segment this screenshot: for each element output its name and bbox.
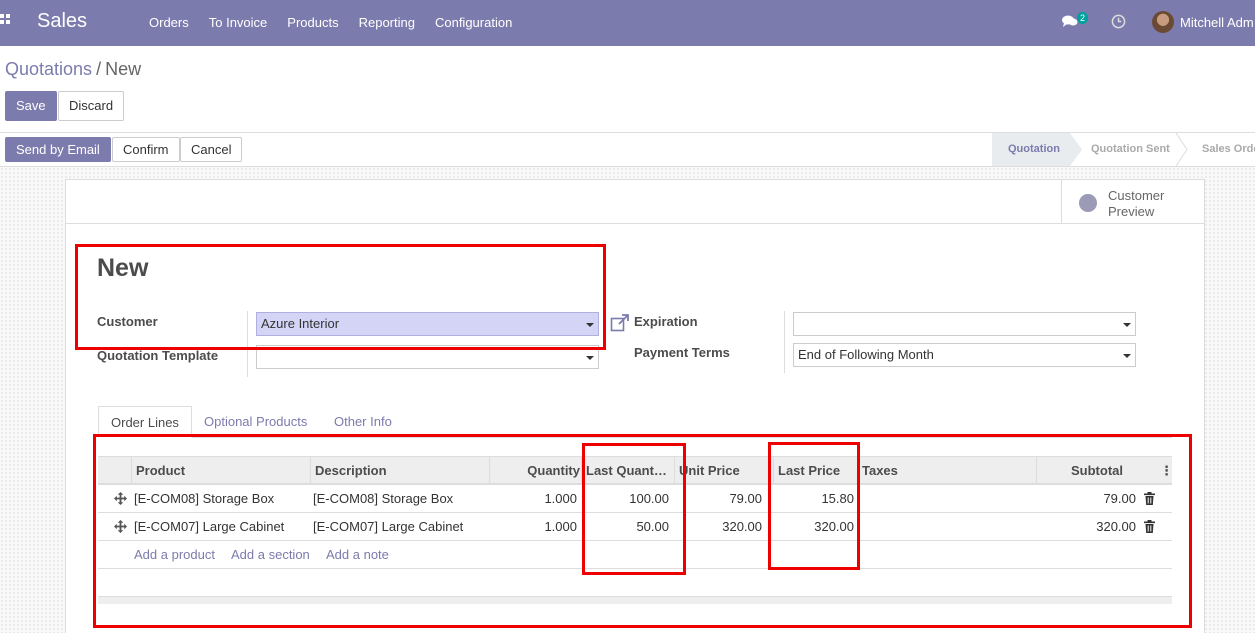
menu-products[interactable]: Products <box>287 15 338 30</box>
breadcrumb-separator: / <box>96 59 102 79</box>
breadcrumb: Quotations / New <box>5 59 141 80</box>
stage-quotation-sent[interactable]: Quotation Sent <box>1075 133 1175 166</box>
confirm-button[interactable]: Confirm <box>112 137 180 162</box>
quotation-template-label: Quotation Template <box>97 348 219 363</box>
breadcrumb-quotations[interactable]: Quotations <box>5 59 92 79</box>
chevron-down-icon[interactable] <box>586 356 594 360</box>
chevron-down-icon[interactable] <box>1123 354 1131 358</box>
apps-menu-icon[interactable] <box>0 14 14 30</box>
user-name[interactable]: Mitchell Adm <box>1180 15 1254 30</box>
payment-terms-value: End of Following Month <box>798 347 934 362</box>
chevron-down-icon[interactable] <box>1123 323 1131 327</box>
menu-to-invoice[interactable]: To Invoice <box>209 15 268 30</box>
stage-sales-order[interactable]: Sales Orde <box>1186 133 1255 166</box>
chat-icon[interactable] <box>1062 14 1078 31</box>
main-menu: Orders To Invoice Products Reporting Con… <box>149 15 532 30</box>
payment-terms-label: Payment Terms <box>634 345 730 360</box>
send-by-email-button[interactable]: Send by Email <box>5 137 111 162</box>
breadcrumb-current: New <box>105 59 142 79</box>
customer-preview-button[interactable]: Customer Preview <box>1061 180 1204 223</box>
expiration-label: Expiration <box>634 314 698 329</box>
annotation-box-header <box>75 244 606 350</box>
top-navbar: Sales Orders To Invoice Products Reporti… <box>0 0 1255 46</box>
discard-button[interactable]: Discard <box>58 91 125 121</box>
app-name[interactable]: Sales <box>37 10 87 33</box>
expiration-field[interactable] <box>793 312 1136 336</box>
menu-configuration[interactable]: Configuration <box>435 15 512 30</box>
menu-orders[interactable]: Orders <box>149 15 189 30</box>
annotation-box-last-quantity <box>582 443 686 575</box>
cancel-button[interactable]: Cancel <box>180 137 243 162</box>
preview-line2: Preview <box>1108 204 1155 219</box>
preview-line1: Customer <box>1108 188 1165 203</box>
menu-reporting[interactable]: Reporting <box>359 15 415 30</box>
save-button[interactable]: Save <box>5 91 57 121</box>
globe-icon <box>1079 194 1097 212</box>
button-box-divider <box>66 223 1204 224</box>
activity-clock-icon[interactable] <box>1111 14 1126 32</box>
annotation-box-last-price <box>768 442 860 570</box>
stage-quotation[interactable]: Quotation <box>992 133 1070 166</box>
label-separator <box>784 311 785 373</box>
payment-terms-field[interactable]: End of Following Month <box>793 343 1136 367</box>
customer-preview-label: Customer Preview <box>1108 188 1164 220</box>
user-avatar[interactable] <box>1152 11 1174 33</box>
chat-count-badge: 2 <box>1077 12 1089 24</box>
external-link-icon[interactable] <box>610 314 630 332</box>
